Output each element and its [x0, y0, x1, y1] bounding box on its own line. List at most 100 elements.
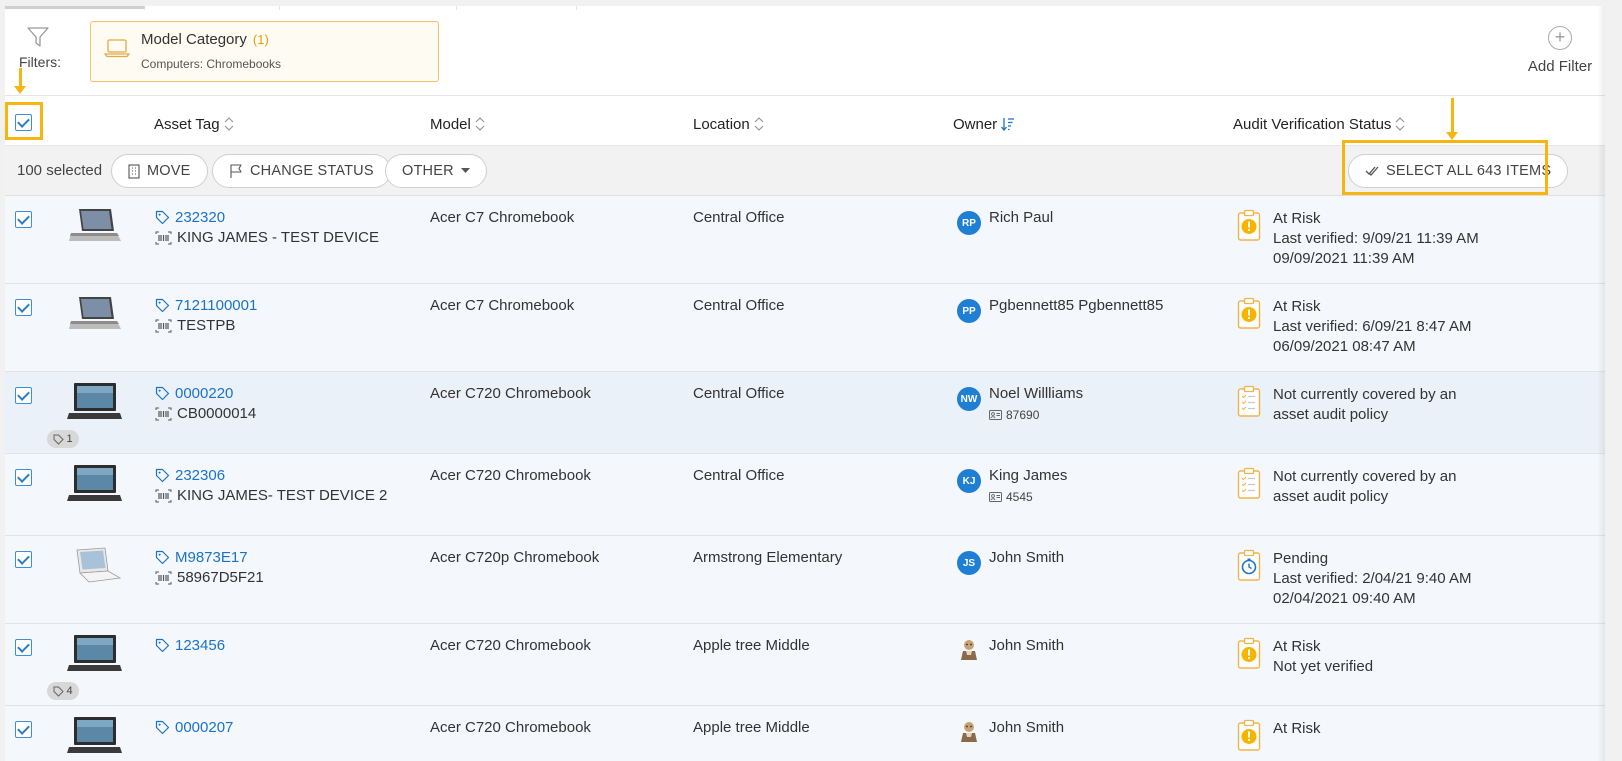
other-dropdown-button[interactable]: OTHER	[385, 154, 487, 188]
filter-chip-title: Model Category (1)	[141, 31, 269, 48]
flag-icon	[230, 163, 242, 178]
barcode-icon	[155, 407, 172, 420]
chromebook-thumbnail	[67, 383, 122, 419]
row-checkbox[interactable]	[15, 299, 32, 316]
column-header-model[interactable]: Model	[430, 116, 485, 133]
tag-count-badge[interactable]: 4	[47, 682, 79, 700]
column-header-audit-status[interactable]: Audit Verification Status	[1233, 116, 1405, 133]
table-row[interactable]: 0000207 Acer C720 Chromebook Apple tree Mi…	[5, 706, 1605, 761]
other-button-label: OTHER	[402, 163, 454, 179]
sort-icon	[754, 117, 764, 131]
owner-id: 87690	[989, 408, 1039, 422]
avatar: KJ	[957, 469, 981, 493]
table-row[interactable]: 4 123456 Acer C720 Chromebook Apple tree Mi…	[5, 624, 1605, 706]
filter-icon[interactable]	[27, 26, 49, 48]
location-cell: Central Office	[693, 467, 785, 484]
row-checkbox[interactable]	[15, 387, 32, 404]
row-checkbox[interactable]	[15, 639, 32, 656]
column-header-model-label: Model	[430, 116, 471, 133]
filters-label: Filters:	[19, 54, 61, 70]
filter-chip-model-category[interactable]: Model Category (1) Computers: Chromebooks	[90, 21, 439, 82]
model-cell: Acer C720 Chromebook	[430, 719, 591, 736]
asset-tag-value: 232320	[175, 209, 226, 226]
change-status-button[interactable]: CHANGE STATUS	[212, 154, 391, 188]
tag-icon	[53, 686, 65, 697]
audit-status-text: At Risk Last verified: 9/09/21 11:39 AM 09…	[1273, 209, 1479, 269]
audit-status-line: Not currently covered by an	[1273, 386, 1457, 403]
laptop-icon	[104, 39, 130, 58]
serial-number: CB0000014	[155, 405, 256, 422]
owner-name-link[interactable]: John Smith	[989, 549, 1064, 566]
audit-status-text: Not currently covered by an asset audit p…	[1273, 385, 1456, 425]
asset-tag-link[interactable]: 0000207	[155, 719, 233, 736]
tag-icon	[155, 720, 170, 735]
table-row[interactable]: 232320 KING JAMES - TEST DEVICE Acer C7 Ch…	[5, 196, 1605, 284]
asset-tag-link[interactable]: 232320	[155, 209, 225, 226]
column-header-location-label: Location	[693, 116, 750, 133]
owner-name-link[interactable]: John Smith	[989, 637, 1064, 654]
asset-tag-value: 0000220	[175, 385, 234, 402]
owner-name-link[interactable]: Noel Willliams	[989, 385, 1083, 402]
asset-list-page: Filters: Model Category (1) Computers: Ch…	[5, 6, 1605, 761]
checklist-icon	[1237, 385, 1261, 417]
model-cell: Acer C7 Chromebook	[430, 297, 575, 314]
chromebook-thumbnail	[67, 635, 122, 671]
row-checkbox[interactable]	[15, 551, 32, 568]
avatar: JS	[957, 551, 981, 575]
asset-tag-link[interactable]: M9873E17	[155, 549, 248, 566]
owner-name-link[interactable]: Rich Paul	[989, 209, 1053, 226]
caret-down-icon	[460, 168, 470, 173]
asset-tag-link[interactable]: 232306	[155, 467, 225, 484]
asset-tag-value: 7121100001	[175, 297, 258, 314]
audit-status-line: At Risk	[1273, 298, 1321, 315]
column-header-location[interactable]: Location	[693, 116, 764, 133]
filter-chip-title-text: Model Category	[141, 31, 247, 48]
owner-name-link[interactable]: John Smith	[989, 719, 1064, 736]
serial-number: KING JAMES - TEST DEVICE	[155, 229, 379, 246]
move-button[interactable]: MOVE	[111, 154, 208, 188]
move-button-label: MOVE	[147, 163, 191, 179]
audit-status-text: Not currently covered by an asset audit p…	[1273, 467, 1456, 507]
row-checkbox[interactable]	[15, 469, 32, 486]
tag-icon	[155, 386, 170, 401]
add-filter-button[interactable]: + Add Filter	[1520, 26, 1600, 75]
model-cell: Acer C7 Chromebook	[430, 209, 575, 226]
audit-status-text: Pending Last verified: 2/04/21 9:40 AM 02/…	[1273, 549, 1471, 609]
owner-name-link[interactable]: King James	[989, 467, 1067, 484]
asset-tag-link[interactable]: 0000220	[155, 385, 233, 402]
chromebook-thumbnail	[69, 297, 121, 329]
column-header-asset-tag[interactable]: Asset Tag	[154, 116, 234, 133]
row-checkbox[interactable]	[15, 721, 32, 738]
barcode-icon	[155, 231, 172, 244]
serial-number: 58967D5F21	[155, 569, 264, 586]
owner-id-value: 4545	[1006, 490, 1033, 504]
model-cell: Acer C720 Chromebook	[430, 637, 591, 654]
arrow-down-icon	[1446, 98, 1458, 140]
tag-icon	[155, 638, 170, 653]
avatar: RP	[957, 211, 981, 235]
asset-tag-link[interactable]: 7121100001	[155, 297, 257, 314]
row-checkbox[interactable]	[15, 211, 32, 228]
tag-count-badge[interactable]: 1	[47, 430, 79, 448]
owner-id-value: 87690	[1006, 408, 1040, 422]
owner-name-link[interactable]: Pgbennett85 Pgbennett85	[989, 297, 1163, 314]
serial-value: 58967D5F21	[177, 569, 264, 586]
table-row[interactable]: 7121100001 TESTPB Acer C7 Chromebook Centra…	[5, 284, 1605, 372]
table-row[interactable]: M9873E17 58967D5F21 Acer C720p Chromebook A…	[5, 536, 1605, 624]
table-row[interactable]: 232306 KING JAMES- TEST DEVICE 2 Acer C720…	[5, 454, 1605, 536]
add-filter-label: Add Filter	[1527, 58, 1593, 75]
avatar: PP	[957, 299, 981, 323]
table-row[interactable]: 1 0000220 CB0000014 Acer C720 Chromebook Cen…	[5, 372, 1605, 454]
audit-status-text: At Risk Not yet verified	[1273, 637, 1373, 677]
column-header-owner[interactable]: Owner	[953, 116, 1015, 133]
tag-icon	[155, 298, 170, 313]
tag-icon	[53, 434, 65, 445]
asset-tag-link[interactable]: 123456	[155, 637, 225, 654]
filter-chip-subtitle: Computers: Chromebooks	[141, 57, 282, 71]
audit-status-line: Last verified: 2/04/21 9:40 AM	[1273, 570, 1472, 587]
model-cell: Acer C720p Chromebook	[430, 549, 600, 566]
audit-status-line: Pending	[1273, 550, 1329, 567]
chromebook-thumbnail	[76, 547, 122, 583]
barcode-icon	[155, 319, 172, 332]
audit-status-line: asset audit policy	[1273, 488, 1389, 505]
